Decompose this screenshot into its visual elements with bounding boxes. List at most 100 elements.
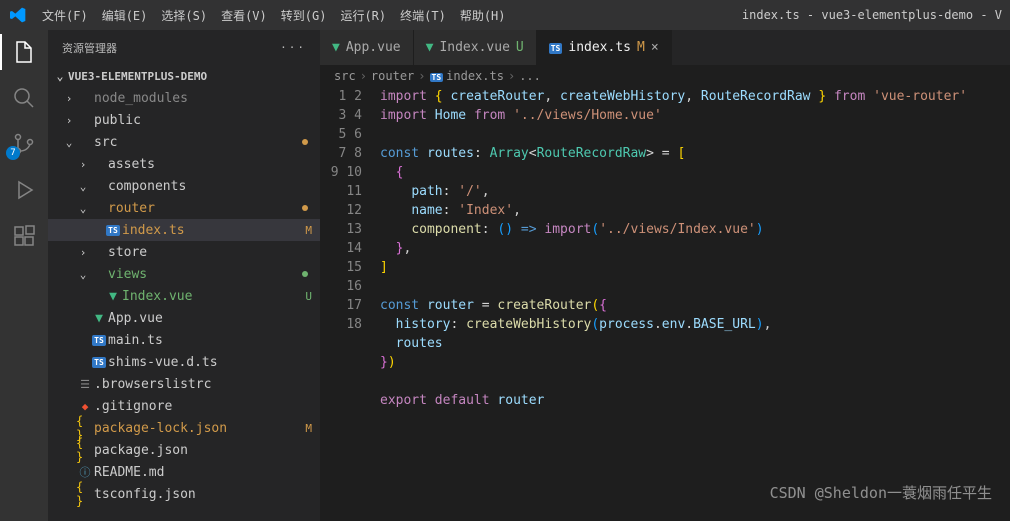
tree-item[interactable]: › assets	[48, 153, 320, 175]
breadcrumb[interactable]: src › router › TSindex.ts › ...	[320, 65, 1010, 87]
tree-item[interactable]: ⌄ components	[48, 175, 320, 197]
chevron-icon: ⌄	[76, 202, 90, 215]
run-debug-icon[interactable]	[10, 176, 38, 204]
file-label: assets	[108, 157, 312, 172]
chevron-icon: ›	[62, 92, 76, 105]
tree-item[interactable]: { } tsconfig.json	[48, 483, 320, 505]
file-icon: { }	[76, 436, 94, 464]
file-icon: ⓘ	[76, 464, 94, 480]
tree-item[interactable]: ▼ App.vue	[48, 307, 320, 329]
file-label: .browserslistrc	[94, 377, 312, 392]
file-icon: { }	[76, 480, 94, 508]
search-icon[interactable]	[10, 84, 38, 112]
file-label: public	[94, 113, 312, 128]
tree-item[interactable]: TS shims-vue.d.ts	[48, 351, 320, 373]
tab-label: index.ts	[568, 40, 631, 55]
tree-item[interactable]: › store	[48, 241, 320, 263]
tab-label: App.vue	[346, 40, 401, 55]
git-status: M	[305, 224, 312, 237]
menu-item[interactable]: 文件(F)	[35, 7, 95, 24]
breadcrumb-item[interactable]: router	[371, 69, 414, 83]
explorer-sidebar: 资源管理器 ··· ⌄ VUE3-ELEMENTPLUS-DEMO › node…	[48, 30, 320, 521]
file-label: package-lock.json	[94, 421, 301, 436]
code-content: import { createRouter, createWebHistory,…	[380, 87, 1010, 521]
title-bar: 文件(F)编辑(E)选择(S)查看(V)转到(G)运行(R)终端(T)帮助(H)…	[0, 0, 1010, 30]
line-gutter: 1 2 3 4 5 6 7 8 9 10 11 12 13 14 15 16 1…	[320, 87, 380, 521]
code-editor[interactable]: 1 2 3 4 5 6 7 8 9 10 11 12 13 14 15 16 1…	[320, 87, 1010, 521]
file-label: node_modules	[94, 91, 312, 106]
tree-item[interactable]: ⌄ src	[48, 131, 320, 153]
editor-tab[interactable]: TS index.ts M ×	[537, 30, 672, 65]
file-label: App.vue	[108, 311, 312, 326]
git-status: M	[305, 422, 312, 435]
file-label: src	[94, 135, 302, 150]
menu-item[interactable]: 终端(T)	[393, 7, 453, 24]
watermark-text: CSDN @Sheldon一蓑烟雨任平生	[770, 482, 992, 503]
vscode-logo-icon	[0, 7, 35, 23]
tree-item[interactable]: TS main.ts	[48, 329, 320, 351]
tab-icon: ▼	[426, 40, 434, 55]
status-dot	[302, 139, 308, 145]
file-label: shims-vue.d.ts	[108, 355, 312, 370]
explorer-icon[interactable]	[10, 38, 38, 66]
file-label: index.ts	[122, 223, 301, 238]
close-icon[interactable]: ×	[651, 40, 659, 55]
tab-icon: TS	[549, 40, 563, 55]
scm-badge: 7	[6, 146, 20, 160]
project-header[interactable]: ⌄ VUE3-ELEMENTPLUS-DEMO	[48, 65, 320, 87]
editor-area: ▼ App.vue ▼ Index.vue U TS index.ts M × …	[320, 30, 1010, 521]
more-icon[interactable]: ···	[280, 41, 306, 54]
git-status: U	[305, 290, 312, 303]
chevron-icon: ›	[62, 114, 76, 127]
tree-item[interactable]: ☰ .browserslistrc	[48, 373, 320, 395]
menu-bar: 文件(F)编辑(E)选择(S)查看(V)转到(G)运行(R)终端(T)帮助(H)	[35, 7, 513, 24]
source-control-icon[interactable]: 7	[10, 130, 38, 158]
menu-item[interactable]: 选择(S)	[154, 7, 214, 24]
file-tree: › node_modules › public ⌄ src › assets ⌄…	[48, 87, 320, 505]
chevron-down-icon: ⌄	[52, 69, 68, 83]
breadcrumb-item[interactable]: ...	[519, 69, 541, 83]
chevron-icon: ⌄	[76, 268, 90, 281]
file-label: main.ts	[108, 333, 312, 348]
tab-status: M	[637, 40, 645, 55]
extensions-icon[interactable]	[10, 222, 38, 250]
file-label: router	[108, 201, 302, 216]
status-dot	[302, 271, 308, 277]
file-icon: TS	[90, 335, 108, 346]
chevron-icon: ›	[76, 246, 90, 259]
tree-item[interactable]: ▼ Index.vue U	[48, 285, 320, 307]
file-label: tsconfig.json	[94, 487, 312, 502]
tab-status: U	[516, 40, 524, 55]
project-name: VUE3-ELEMENTPLUS-DEMO	[68, 70, 207, 83]
menu-item[interactable]: 转到(G)	[274, 7, 334, 24]
tree-item[interactable]: ⌄ router	[48, 197, 320, 219]
editor-tab[interactable]: ▼ Index.vue U	[414, 30, 537, 65]
breadcrumb-item[interactable]: src	[334, 69, 356, 83]
tree-item[interactable]: TS index.ts M	[48, 219, 320, 241]
tree-item[interactable]: › node_modules	[48, 87, 320, 109]
file-icon: ▼	[90, 311, 108, 326]
file-label: README.md	[94, 465, 312, 480]
activity-bar: 7	[0, 30, 48, 521]
sidebar-header: 资源管理器 ···	[48, 30, 320, 65]
file-icon: ▼	[104, 289, 122, 304]
chevron-icon: ⌄	[76, 180, 90, 193]
sidebar-title: 资源管理器	[62, 40, 117, 56]
file-icon: TS	[104, 225, 122, 236]
menu-item[interactable]: 编辑(E)	[95, 7, 155, 24]
tree-item[interactable]: › public	[48, 109, 320, 131]
tree-item[interactable]: ⌄ views	[48, 263, 320, 285]
file-icon: ◆	[76, 400, 94, 413]
chevron-icon: ›	[76, 158, 90, 171]
status-dot	[302, 205, 308, 211]
breadcrumb-item[interactable]: TSindex.ts	[430, 69, 504, 83]
window-title: index.ts - vue3-elementplus-demo - V	[742, 8, 1010, 22]
file-icon: TS	[90, 357, 108, 368]
menu-item[interactable]: 查看(V)	[214, 7, 274, 24]
editor-tab[interactable]: ▼ App.vue	[320, 30, 414, 65]
tree-item[interactable]: { } package.json	[48, 439, 320, 461]
menu-item[interactable]: 帮助(H)	[453, 7, 513, 24]
tab-bar: ▼ App.vue ▼ Index.vue U TS index.ts M ×	[320, 30, 1010, 65]
menu-item[interactable]: 运行(R)	[333, 7, 393, 24]
file-label: components	[108, 179, 312, 194]
